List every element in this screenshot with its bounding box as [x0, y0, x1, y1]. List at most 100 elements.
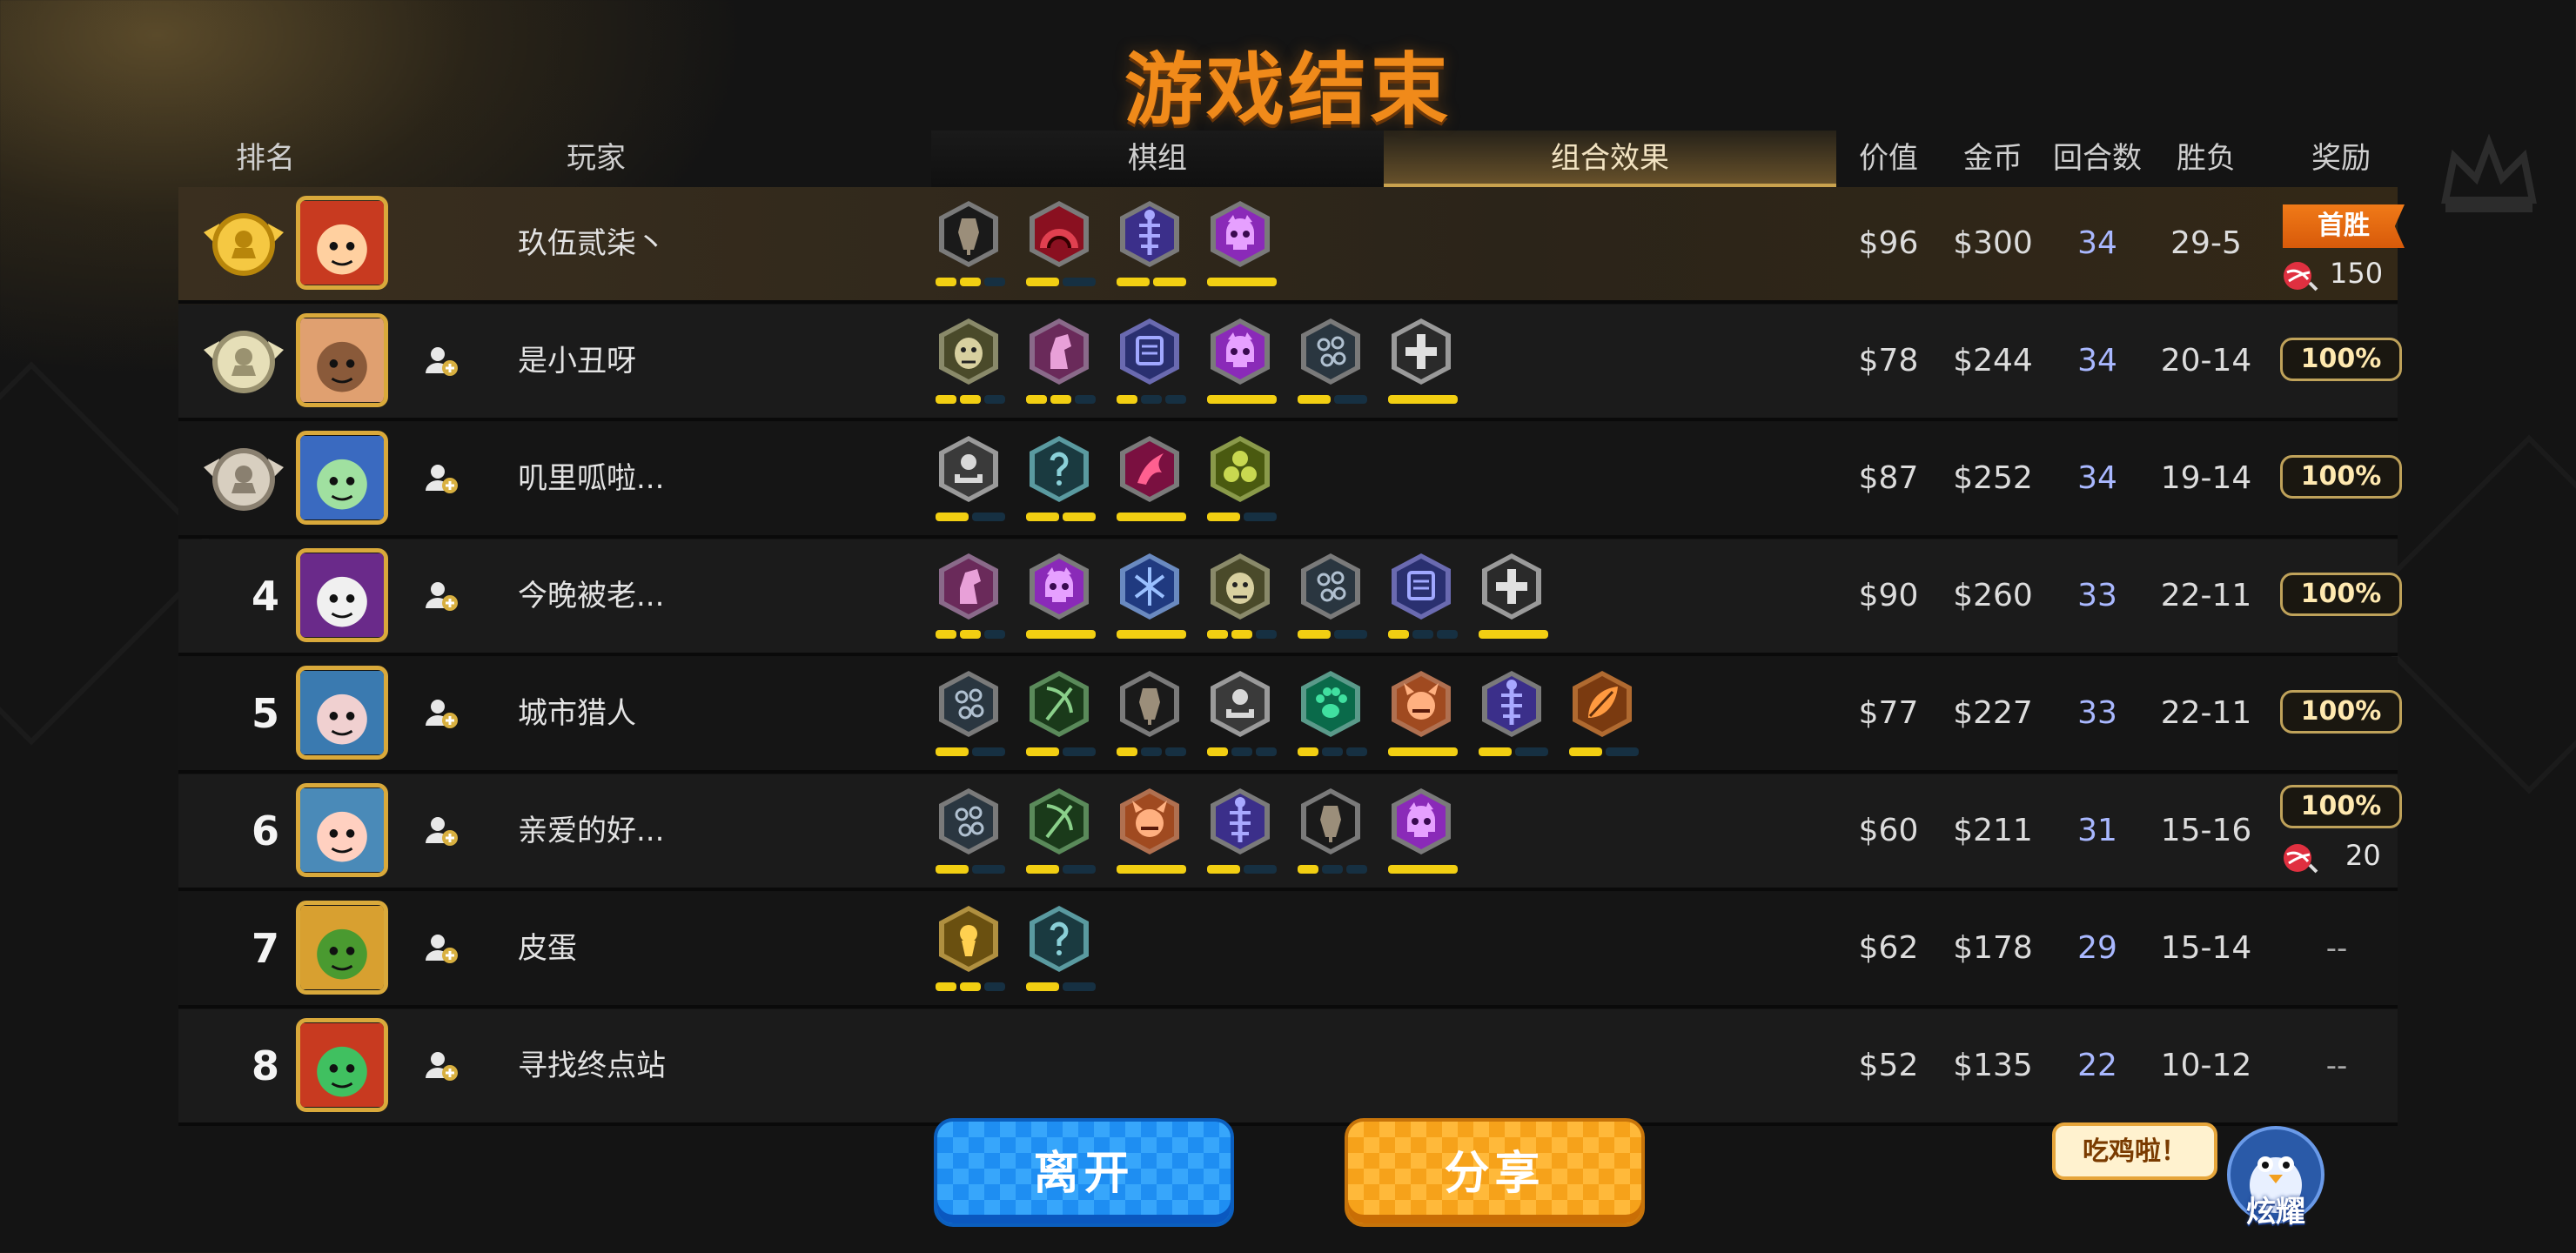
trait-paw-cluster-icon[interactable] — [1298, 315, 1367, 411]
trait-paw-cluster-icon[interactable] — [936, 667, 1005, 763]
trait-fishbone-icon[interactable] — [1479, 667, 1548, 763]
player-avatar[interactable] — [296, 666, 388, 760]
trait-level-pip — [1063, 513, 1096, 521]
player-row[interactable]: 8 寻找终点站 $52 $135 22 10-12 -- — [178, 1009, 2398, 1126]
player-row[interactable]: 5 城市猎人 $77 $227 33 22-11 100% — [178, 657, 2402, 774]
trait-level-pip — [936, 630, 956, 639]
add-friend-icon[interactable] — [422, 694, 460, 733]
trait-scroll-icon[interactable] — [1388, 550, 1458, 646]
trait-fishbone-icon[interactable] — [1117, 198, 1186, 293]
add-friend-icon[interactable] — [422, 577, 460, 615]
trait-shatter-icon[interactable] — [1117, 550, 1186, 646]
trait-keyhole-icon[interactable] — [936, 902, 1005, 998]
player-winloss: 19-14 — [2160, 460, 2252, 496]
trait-axe-icon[interactable] — [1298, 785, 1367, 881]
player-winloss: 20-14 — [2160, 343, 2252, 379]
trait-level-pip — [1298, 395, 1331, 404]
header-rank: 排名 — [236, 141, 295, 176]
brag-label[interactable]: 炫耀 — [2228, 1188, 2324, 1230]
trait-level-bar — [1117, 513, 1186, 523]
leave-button[interactable]: 离开 — [934, 1118, 1234, 1227]
player-avatar[interactable] — [296, 548, 388, 642]
trait-level-pip — [1606, 747, 1639, 756]
trait-level-pip — [1388, 865, 1458, 874]
player-value: $90 — [1858, 578, 1919, 613]
trait-skull-icon[interactable] — [1207, 315, 1277, 411]
player-row[interactable]: 是小丑呀 $78 $244 34 20-14 100% — [178, 305, 2402, 421]
reward-bonus-badge[interactable]: 100% — [2280, 455, 2402, 499]
player-avatar[interactable] — [296, 901, 388, 995]
trait-dragon-icon[interactable] — [1117, 432, 1186, 528]
trait-level-bar — [1026, 513, 1096, 523]
add-friend-icon[interactable] — [422, 812, 460, 850]
tab-combo-effect[interactable]: 组合效果 — [1384, 131, 1836, 187]
trait-paw-cluster-icon[interactable] — [1298, 550, 1367, 646]
trait-beast-icon[interactable] — [936, 315, 1005, 411]
trait-level-pip — [1437, 630, 1458, 639]
add-friend-icon[interactable] — [422, 342, 460, 380]
player-avatar[interactable] — [296, 783, 388, 877]
trait-level-bar — [1298, 395, 1367, 405]
trait-leaf-icon[interactable] — [1569, 667, 1639, 763]
trait-bow-icon[interactable] — [1026, 667, 1096, 763]
trait-level-pip — [1026, 630, 1096, 639]
add-friend-icon[interactable] — [422, 929, 460, 968]
trait-fishbone-icon[interactable] — [1207, 785, 1277, 881]
player-row[interactable]: 7 皮蛋 $62 $178 29 15-14 -- — [178, 892, 2398, 1008]
add-friend-icon[interactable] — [422, 459, 460, 498]
share-button[interactable]: 分享 — [1345, 1118, 1645, 1227]
trait-pedestal-icon[interactable] — [1207, 667, 1277, 763]
player-avatar[interactable] — [296, 313, 388, 407]
trait-arch-icon[interactable] — [1026, 198, 1096, 293]
trait-level-pip — [1063, 982, 1096, 991]
trait-level-pip — [1165, 395, 1186, 404]
trait-level-bar — [1207, 395, 1277, 405]
trait-skull-icon[interactable] — [1026, 550, 1096, 646]
player-avatar[interactable] — [296, 431, 388, 525]
player-row[interactable]: 6 亲爱的好... $60 $211 31 15-16 100% 20 — [178, 774, 2402, 891]
trait-level-pip — [984, 630, 1005, 639]
player-rounds: 31 — [2077, 813, 2117, 848]
trait-level-pip — [1207, 747, 1228, 756]
player-row[interactable]: 4 今晚被老... $90 $260 33 22-11 100% — [178, 539, 2402, 656]
trait-skull-icon[interactable] — [1388, 785, 1458, 881]
player-avatar[interactable] — [296, 196, 388, 290]
trait-skull-icon[interactable] — [1207, 198, 1277, 293]
trait-bow-icon[interactable] — [1026, 785, 1096, 881]
reward-bonus-badge[interactable]: 100% — [2280, 338, 2402, 381]
trait-axe-icon[interactable] — [936, 198, 1005, 293]
trait-mystery-icon[interactable] — [1026, 902, 1096, 998]
trait-scroll-icon[interactable] — [1117, 315, 1186, 411]
trait-pedestal-icon[interactable] — [936, 432, 1005, 528]
trait-level-pip — [1207, 395, 1277, 404]
trait-paw-icon[interactable] — [1298, 667, 1367, 763]
add-friend-icon[interactable] — [422, 1047, 460, 1085]
reward-bonus-badge[interactable]: 100% — [2280, 785, 2402, 828]
trait-paw-cluster-icon[interactable] — [936, 785, 1005, 881]
trait-level-pip — [960, 982, 981, 991]
player-row[interactable]: 玖伍贰柒丶 $96 $300 34 29-5 首胜 150 — [178, 187, 2405, 304]
player-avatar[interactable] — [296, 1018, 388, 1112]
candy-count: 20 — [2345, 839, 2381, 872]
tab-deck[interactable]: 棋组 — [931, 131, 1384, 187]
player-row[interactable]: 叽里呱啦... $87 $252 34 19-14 100% — [178, 422, 2402, 539]
trait-level-pip — [960, 395, 981, 404]
trait-demon-icon[interactable] — [1388, 667, 1458, 763]
reward-none: -- — [2325, 931, 2348, 966]
trait-mystery-icon[interactable] — [1026, 432, 1096, 528]
player-winloss: 22-11 — [2160, 578, 2252, 613]
trait-level-pip — [1231, 747, 1252, 756]
reward-bonus-badge[interactable]: 100% — [2280, 573, 2402, 616]
trait-demon-icon[interactable] — [1117, 785, 1186, 881]
trait-triad-icon[interactable] — [1207, 432, 1277, 528]
trait-knight-icon[interactable] — [1026, 315, 1096, 411]
trait-level-pip — [1334, 395, 1367, 404]
reward-bonus-badge[interactable]: 100% — [2280, 690, 2402, 734]
player-rounds: 33 — [2077, 695, 2117, 731]
trait-cross-icon[interactable] — [1479, 550, 1548, 646]
trait-level-pip — [984, 395, 1005, 404]
trait-knight-icon[interactable] — [936, 550, 1005, 646]
trait-axe-icon[interactable] — [1117, 667, 1186, 763]
trait-beast-icon[interactable] — [1207, 550, 1277, 646]
trait-cross-icon[interactable] — [1388, 315, 1458, 411]
